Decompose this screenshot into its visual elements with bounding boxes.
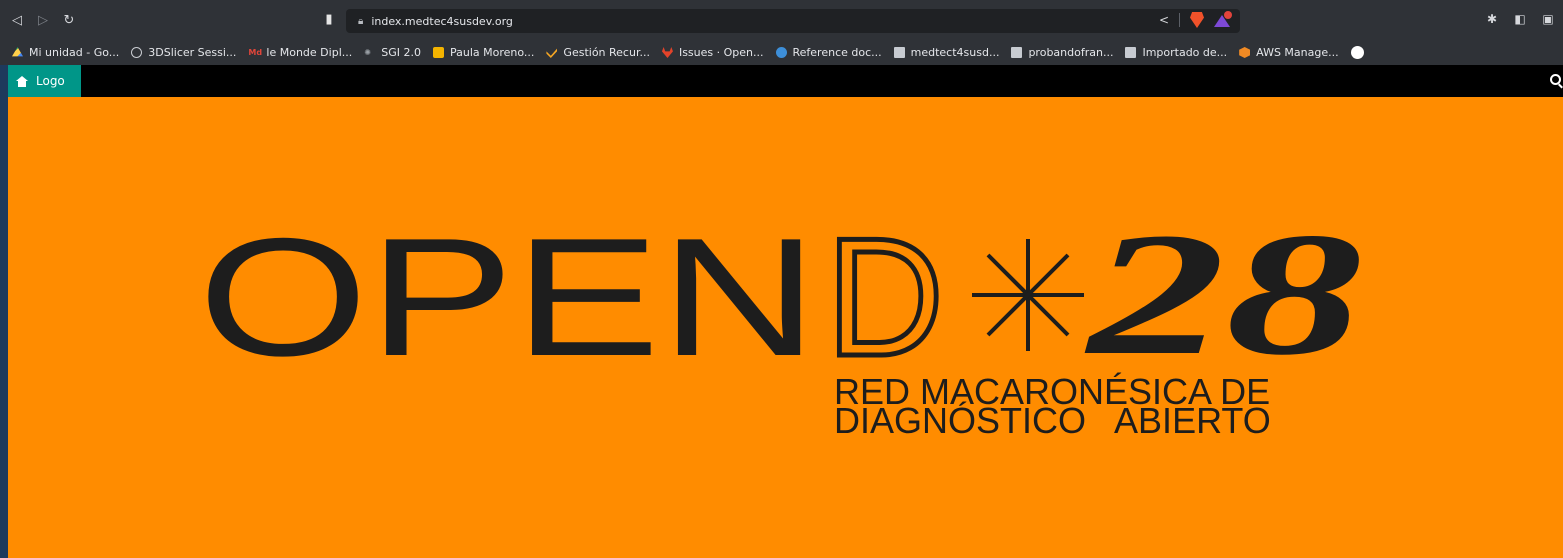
bookmark-item[interactable] [1350,46,1370,59]
site-navbar: Logo [8,65,1563,97]
bookmark-item[interactable]: probandofran... [1011,46,1113,59]
bookmark-item[interactable]: Mi unidad - Go... [12,46,119,59]
folder-icon [1125,47,1137,58]
bookmarks-bar: Mi unidad - Go... 3DSlicer Sessi... Md le… [0,40,1563,65]
bookmark-label: Importado de... [1142,46,1228,59]
bookmark-item[interactable]: Importado de... [1125,46,1227,59]
bookmark-label: probandofran... [1028,46,1114,59]
bookmark-item[interactable]: Issues · Open... [661,46,764,59]
bookmark-item[interactable]: Paula Moreno... [433,46,534,59]
browser-right-tools: ✱ ◧ ▣ [1485,12,1555,26]
reference-icon [775,47,787,58]
google-drive-icon [12,47,23,57]
reload-icon[interactable]: ↻ [60,11,78,29]
hero-subtitle-line2: DIAGNÓSTICO ABIERTO [834,400,1271,441]
bookmark-label: Paula Moreno... [450,46,535,59]
brand-asterisk-icon [972,239,1084,351]
search-icon[interactable] [1550,74,1561,85]
extensions-icon[interactable]: ✱ [1485,12,1499,26]
lock-icon: 🔒︎ [358,15,364,27]
folder-icon [1011,47,1023,58]
monde-diplomatique-icon: Md [248,48,263,57]
sgi-icon: ✺ [364,48,371,57]
bookmark-icon[interactable]: ▮ [322,11,336,27]
brand-letter: D [826,225,944,391]
globe-icon [131,47,143,58]
url-text: index.medtec4susdev.org [371,14,513,28]
bookmark-label: SGI 2.0 [381,46,421,59]
wallet-icon[interactable]: ▣ [1541,12,1555,26]
brave-rewards-icon[interactable] [1214,11,1232,27]
share-icon[interactable]: < [1159,13,1169,27]
logo-label: Logo [36,74,65,88]
bookmark-item[interactable]: Reference doc... [775,46,882,59]
bookmark-item[interactable]: AWS Manage... [1239,46,1339,59]
forward-icon[interactable]: ▷ [34,11,52,29]
check-icon [546,48,558,58]
hero-logo: OPEN D 28 RED MACARONÉSICA DE DIAGNÓSTIC… [188,225,1388,445]
brand-word: OPEN [198,225,818,391]
bookmark-item[interactable]: ✺ SGI 2.0 [364,46,421,59]
divider [1179,13,1180,27]
address-bar-actions: < [1159,11,1232,28]
bookmark-item[interactable]: medtect4susd... [893,46,1000,59]
bookmark-label: AWS Manage... [1256,46,1339,59]
home-icon [16,75,28,87]
brave-shields-icon[interactable] [1190,12,1204,28]
aws-icon [1239,47,1251,58]
browser-chrome: ◁ ▷ ↻ ▮ 🔒︎ index.medtec4susdev.org < ✱ ◧… [0,0,1563,65]
bookmark-label: Gestión Recur... [563,46,650,59]
bookmark-label: Issues · Open... [678,46,764,59]
sidebar-icon[interactable]: ◧ [1513,12,1527,26]
back-icon[interactable]: ◁ [8,11,26,29]
bookmark-label: medtect4susd... [910,46,1000,59]
address-bar[interactable]: 🔒︎ index.medtec4susdev.org < [346,9,1240,33]
github-icon [1350,46,1364,59]
bookmark-label: Reference doc... [792,46,882,59]
bookmark-item[interactable]: 3DSlicer Sessi... [131,46,236,59]
bookmark-item[interactable]: Md le Monde Dipl... [248,46,352,59]
folder-icon [893,47,905,58]
paula-icon [433,47,444,58]
bookmark-label: Mi unidad - Go... [29,46,120,59]
bookmark-label: 3DSlicer Sessi... [148,46,237,59]
bookmark-item[interactable]: Gestión Recur... [546,46,650,59]
bookmark-label: le Monde Dipl... [266,46,353,59]
logo-home-button[interactable]: Logo [8,65,81,97]
brand-number: 28 [1083,225,1363,392]
gitlab-icon [661,47,673,58]
web-page: Logo OPEN D 28 RED MACARONÉSICA DE DIAGN… [8,65,1563,558]
browser-toolbar: ◁ ▷ ↻ ▮ 🔒︎ index.medtec4susdev.org < ✱ ◧… [0,0,1563,40]
